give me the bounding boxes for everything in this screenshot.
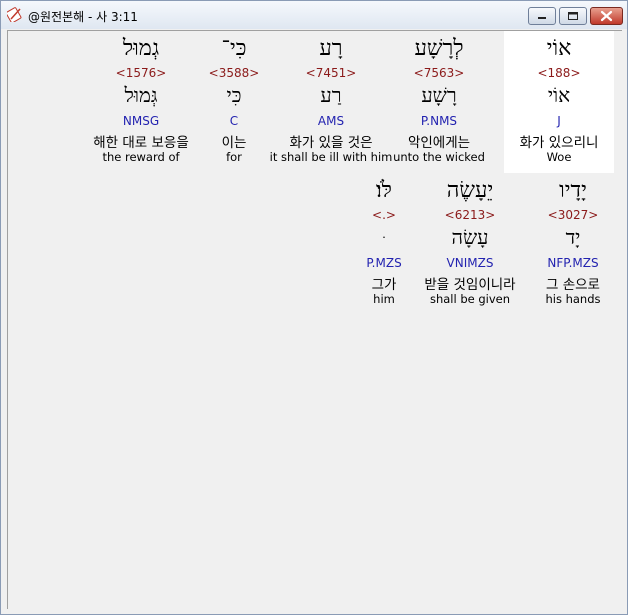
hebrew-root: אוֹי (547, 83, 571, 107)
hebrew-root: יָד (565, 225, 581, 249)
word-cell-8[interactable]: לֹּו׃ <.> ּ P.MZS 그가 him (329, 173, 439, 315)
strong-number: <7451> (305, 66, 357, 80)
hebrew-word: יָדָיו (559, 178, 587, 203)
hebrew-word: גְמוּל (122, 36, 160, 61)
strong-number: <1576> (115, 66, 167, 80)
morphology-code: NFP.MZS (547, 256, 599, 270)
hebrew-root: גְּמוּל (124, 83, 158, 107)
strong-number: <188> (537, 66, 581, 80)
korean-gloss: 해한 대로 보응을 (93, 135, 189, 151)
hebrew-root: רָשָׁע (421, 83, 457, 107)
morphology-code: P.MZS (366, 256, 402, 270)
english-gloss: him (373, 292, 395, 306)
title-bar[interactable]: @원전본해 - 사 3:11 (1, 1, 627, 29)
hebrew-word: לֹּו׃ (376, 178, 392, 203)
morphology-code: AMS (317, 114, 345, 128)
hebrew-word: אוֹי (546, 36, 572, 61)
english-gloss: the reward of (102, 150, 180, 164)
close-button[interactable] (590, 7, 623, 25)
strong-number: <3027> (547, 208, 599, 222)
word-cell-1[interactable]: אוֹי <188> אוֹי J 화가 있으리니 Woe (504, 31, 614, 173)
minimize-icon (538, 17, 546, 19)
hebrew-root: ּ (329, 225, 439, 250)
minimize-button[interactable] (528, 7, 556, 25)
strong-number: <.> (372, 208, 396, 222)
close-icon (600, 10, 613, 22)
interlinear-panel[interactable]: אוֹי <188> אוֹי J 화가 있으리니 Woe לְרָשָׁע <… (7, 30, 622, 609)
morphology-code: J (557, 114, 561, 128)
maximize-button[interactable] (559, 7, 587, 25)
word-cell-5[interactable]: גְמוּל <1576> גְּמוּל NMSG 해한 대로 보응을 the… (86, 31, 196, 173)
hebrew-word: לְרָשָׁע (414, 36, 464, 61)
korean-gloss: 그가 (371, 277, 397, 293)
maximize-icon (568, 12, 578, 20)
morphology-code: P.NMS (420, 114, 458, 128)
window-title: @원전본해 - 사 3:11 (28, 10, 138, 24)
strong-number: <7563> (413, 66, 465, 80)
hebrew-root: רַע (320, 83, 342, 107)
morphology-code: NMSG (122, 114, 160, 128)
bible-app-icon[interactable] (5, 6, 23, 24)
hebrew-word: רָע (319, 36, 343, 61)
app-window: @원전본해 - 사 3:11 אוֹי <188> אוֹי J 화가 있으리니 (0, 0, 628, 615)
